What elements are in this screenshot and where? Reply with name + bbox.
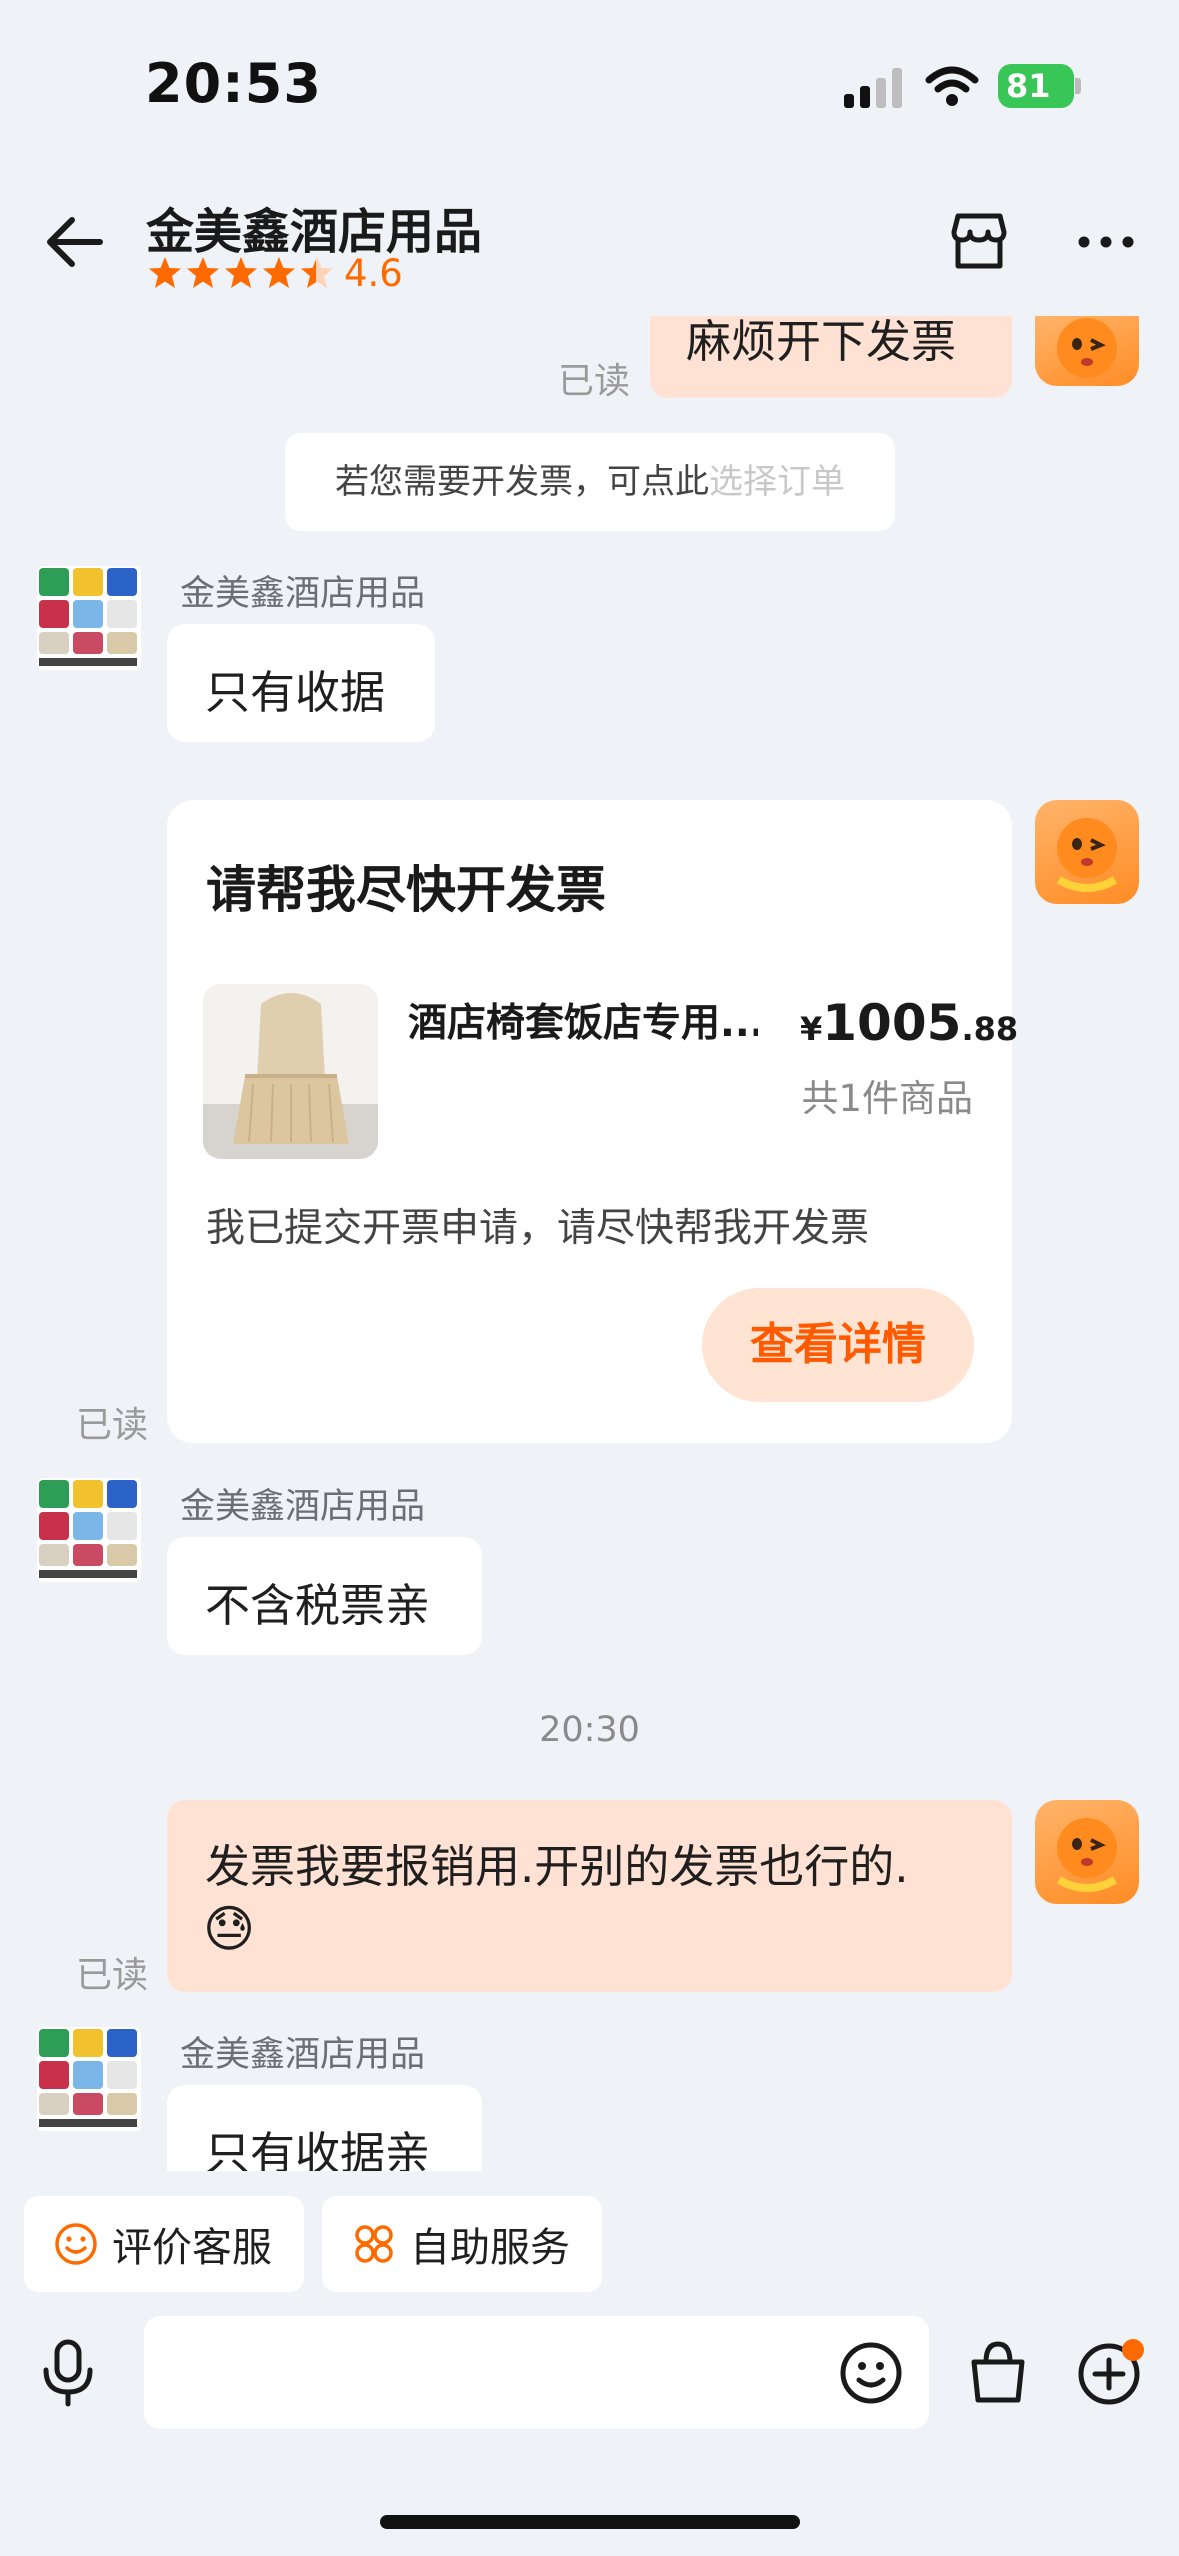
view-details-button[interactable]: 查看详情 <box>702 1288 974 1402</box>
wifi-icon <box>925 66 979 106</box>
message-text: 只有收据亲 <box>205 2127 431 2171</box>
read-status: 已读 <box>76 1405 149 1446</box>
my-message-bubble[interactable]: 发票我要报销用.开别的发票也行的. 😓 <box>167 1800 1012 1992</box>
my-avatar[interactable] <box>1035 800 1139 904</box>
card-title: 请帮我尽快开发票 <box>206 861 606 919</box>
product-price: ¥1005.88 <box>800 994 1018 1052</box>
shop-avatar[interactable] <box>37 2027 141 2131</box>
shop-message-bubble[interactable]: 不含税票亲 <box>167 1537 482 1655</box>
select-order-link[interactable]: 选择订单 <box>709 462 845 502</box>
sweat-emoji: 😓 <box>203 1900 256 1958</box>
price-currency: ¥ <box>800 1010 823 1048</box>
message-text: 发票我要报销用.开别的发票也行的. <box>205 1840 909 1893</box>
shop-avatar[interactable] <box>37 566 141 670</box>
self-service-button[interactable]: 自助服务 <box>322 2196 602 2292</box>
cellular-signal-icon <box>844 68 902 108</box>
rate-service-label: 评价客服 <box>112 2225 272 2271</box>
product-name[interactable]: 酒店椅套饭店专用... <box>408 992 758 1048</box>
message-text: 麻烦开下发票 <box>686 315 957 368</box>
arrow-left-icon[interactable] <box>42 212 106 272</box>
rating-stars <box>148 256 338 296</box>
sender-name: 金美鑫酒店用品 <box>180 1487 426 1527</box>
read-status: 已读 <box>76 1955 149 1996</box>
more-icon[interactable] <box>1078 232 1134 252</box>
message-input[interactable] <box>144 2316 929 2429</box>
my-message-bubble[interactable]: 麻烦开下发票 <box>650 316 1012 398</box>
home-indicator[interactable] <box>380 2515 800 2529</box>
rate-service-button[interactable]: 评价客服 <box>24 2196 304 2292</box>
rating-value: 4.6 <box>344 252 403 295</box>
chat-timestamp: 20:30 <box>539 1710 640 1750</box>
shopping-bag-icon[interactable] <box>966 2338 1030 2406</box>
store-icon[interactable] <box>948 210 1010 272</box>
shop-message-bubble[interactable]: 只有收据亲 <box>167 2085 482 2171</box>
invoice-system-tip: 若您需要开发票，可点此选择订单 <box>285 433 895 531</box>
product-quantity: 共1件商品 <box>801 1077 973 1120</box>
product-image[interactable] <box>203 984 378 1159</box>
emoji-icon[interactable] <box>838 2340 904 2406</box>
sender-name: 金美鑫酒店用品 <box>180 2035 426 2075</box>
shop-avatar[interactable] <box>37 1478 141 1582</box>
card-description: 我已提交开票申请，请尽快帮我开发票 <box>206 1206 870 1251</box>
tip-text: 若您需要开发票，可点此 <box>335 462 709 502</box>
microphone-icon[interactable] <box>38 2338 98 2408</box>
my-avatar[interactable] <box>1035 1800 1139 1904</box>
self-service-label: 自助服务 <box>410 2225 570 2271</box>
message-text: 只有收据 <box>205 666 386 719</box>
shop-message-bubble[interactable]: 只有收据 <box>167 624 435 742</box>
price-integer: 1005 <box>822 994 962 1052</box>
grid-flower-icon <box>355 2225 393 2263</box>
smile-icon <box>55 2223 97 2265</box>
status-time: 20:53 <box>145 52 322 115</box>
sender-name: 金美鑫酒店用品 <box>180 574 426 614</box>
read-status: 已读 <box>558 361 631 402</box>
my-avatar[interactable] <box>1035 316 1139 386</box>
plus-circle-icon[interactable] <box>1075 2338 1145 2408</box>
price-decimal: .88 <box>961 1010 1019 1048</box>
message-text: 不含税票亲 <box>205 1579 431 1632</box>
shop-title[interactable]: 金美鑫酒店用品 <box>146 192 482 262</box>
battery-indicator: 81 <box>998 64 1074 108</box>
battery-cap <box>1075 78 1081 94</box>
